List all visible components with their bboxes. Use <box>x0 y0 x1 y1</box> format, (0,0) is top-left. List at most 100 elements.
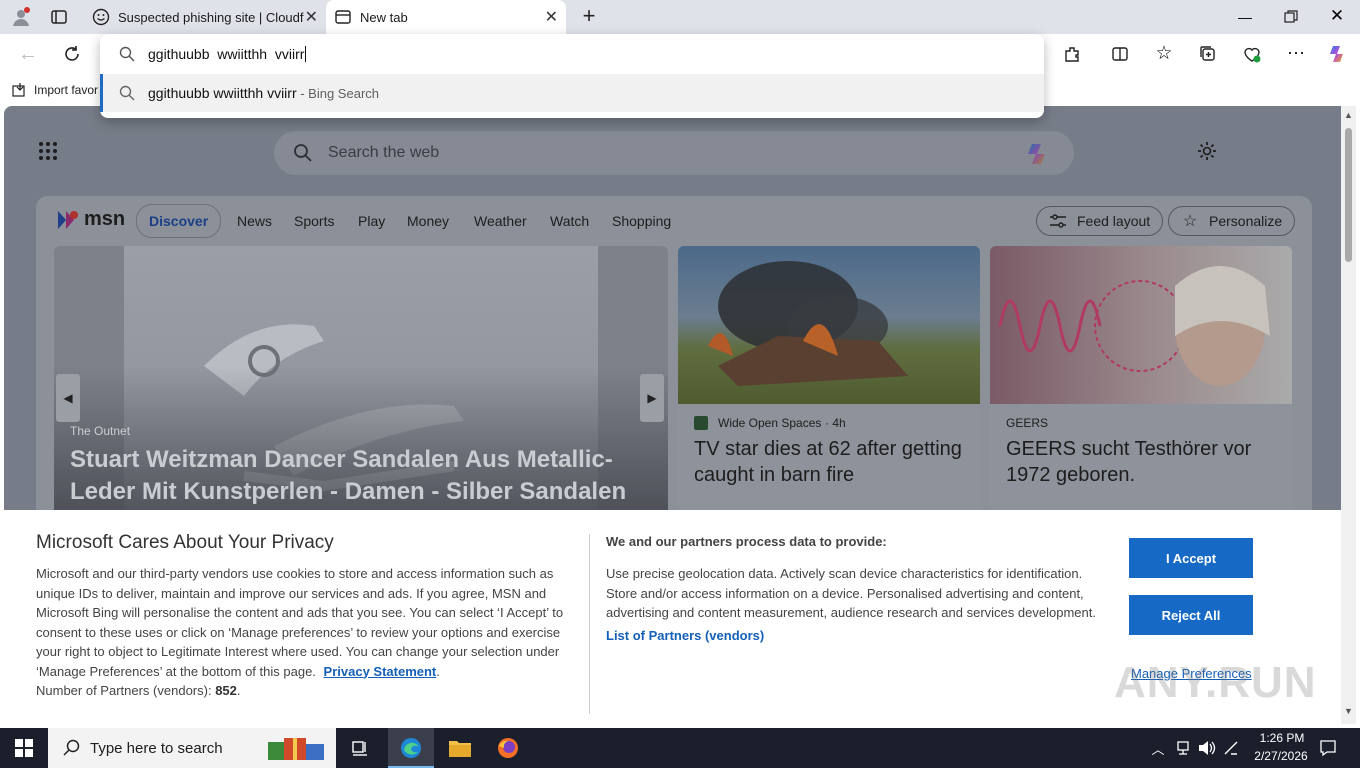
card2-age: · 4h <box>825 416 846 430</box>
tab-new-tab[interactable]: New tab ✕ <box>326 0 566 34</box>
address-bar-dropdown: ggithuubb wwiitthh vviirr ggithuubb wwii… <box>100 34 1044 118</box>
extensions-icon[interactable] <box>1062 44 1082 64</box>
privacy-consent-banner: Microsoft Cares About Your Privacy Micro… <box>4 510 1341 724</box>
reject-all-button[interactable]: Reject All <box>1129 595 1253 635</box>
nav-weather[interactable]: Weather <box>474 213 527 229</box>
hero-card[interactable]: ◀ ▶ The Outnet Stuart Weitzman Dancer Sa… <box>54 246 668 546</box>
favorites-icon[interactable]: ☆ <box>1154 43 1174 64</box>
browser-essentials-icon[interactable] <box>1242 44 1262 64</box>
search-icon <box>118 84 136 102</box>
page-scrollbar[interactable]: ▲ ▼ <box>1341 106 1356 724</box>
scroll-down-icon[interactable]: ▼ <box>1344 706 1353 716</box>
firefox-icon[interactable] <box>496 736 520 760</box>
clock-date[interactable]: 2/27/2026 <box>1248 749 1314 763</box>
newtab-icon <box>334 8 352 26</box>
sliders-icon <box>1049 213 1067 229</box>
card2-source: Wide Open Spaces <box>718 416 822 430</box>
more-menu-icon[interactable]: ··· <box>1286 42 1306 62</box>
carousel-next-icon[interactable]: ▶ <box>640 374 664 422</box>
search-suggestion[interactable]: ggithuubb wwiitthh vviirr - Bing Search <box>100 74 1044 112</box>
personalize-button[interactable]: ☆ Personalize <box>1168 206 1296 236</box>
notifications-icon[interactable] <box>1318 738 1338 758</box>
partners-list-link[interactable]: List of Partners (vendors) <box>606 628 764 643</box>
scroll-thumb[interactable] <box>1345 128 1352 262</box>
privacy-body-wrap: Microsoft and our third-party vendors us… <box>36 564 576 701</box>
banner-divider <box>589 534 590 714</box>
smiley-icon <box>92 8 110 26</box>
nav-money[interactable]: Money <box>407 213 449 229</box>
nav-sports[interactable]: Sports <box>294 213 334 229</box>
tab-label: New tab <box>360 9 408 25</box>
privacy-statement-link[interactable]: Privacy Statement <box>324 664 437 679</box>
carousel-prev-icon[interactable]: ◀ <box>56 374 80 422</box>
show-hidden-icons-icon[interactable]: ︿ <box>1150 740 1166 757</box>
scroll-up-icon[interactable]: ▲ <box>1344 110 1353 120</box>
clock-time[interactable]: 1:26 PM <box>1254 731 1310 745</box>
windows-start-icon[interactable] <box>14 738 34 758</box>
geers-image <box>990 246 1292 404</box>
split-screen-icon[interactable] <box>1110 44 1130 64</box>
nav-play[interactable]: Play <box>358 213 385 229</box>
tab-phishing[interactable]: Suspected phishing site | Cloudfla ✕ <box>84 0 326 34</box>
privacy-body: Microsoft and our third-party vendors us… <box>36 566 564 679</box>
copilot-search-icon[interactable] <box>1024 140 1052 168</box>
nav-watch[interactable]: Watch <box>550 213 589 229</box>
import-favorites-icon <box>12 82 28 98</box>
text-caret <box>305 46 307 62</box>
msn-logo-icon <box>56 208 80 232</box>
nav-shopping[interactable]: Shopping <box>612 213 671 229</box>
card3-source: GEERS <box>1006 416 1049 430</box>
back-icon[interactable]: ← <box>18 43 38 65</box>
tab-actions-icon[interactable] <box>50 8 68 26</box>
search-highlight-gift-icon <box>264 734 330 762</box>
partners-count: 852 <box>215 683 237 698</box>
task-view-icon[interactable] <box>350 738 370 758</box>
news-card-barn-fire[interactable]: Wide Open Spaces · 4h TV star dies at 62… <box>678 246 980 546</box>
network-icon[interactable] <box>1174 739 1192 757</box>
sparkle-icon: ☆ <box>1182 213 1198 230</box>
collections-icon[interactable] <box>1198 44 1218 64</box>
personalize-label: Personalize <box>1209 213 1283 229</box>
card3-title[interactable]: GEERS sucht Testhörer vor 1972 geboren. <box>1006 436 1278 488</box>
taskbar-search-placeholder: Type here to search <box>90 739 223 757</box>
apps-grid-icon[interactable] <box>38 141 58 161</box>
nav-discover[interactable]: Discover <box>136 204 222 238</box>
web-search-placeholder: Search the web <box>328 144 440 161</box>
close-tab-icon[interactable]: ✕ <box>545 7 558 27</box>
hero-source: The Outnet <box>70 424 131 438</box>
profile-icon[interactable] <box>10 6 32 28</box>
card2-title[interactable]: TV star dies at 62 after getting caught … <box>694 436 966 488</box>
nav-news[interactable]: News <box>237 213 272 229</box>
volume-icon[interactable] <box>1198 739 1216 757</box>
search-icon <box>62 738 82 758</box>
close-tab-icon[interactable]: ✕ <box>305 7 318 27</box>
new-tab-plus-icon[interactable]: + <box>578 3 600 28</box>
feed-layout-button[interactable]: Feed layout <box>1036 206 1164 236</box>
taskbar-search-box[interactable]: Type here to search <box>48 728 336 768</box>
close-window-icon[interactable]: ✕ <box>1328 6 1346 26</box>
privacy-heading: Microsoft Cares About Your Privacy <box>36 532 334 553</box>
partners-label: Number of Partners (vendors): <box>36 683 216 698</box>
settings-gear-icon[interactable] <box>1196 140 1218 162</box>
language-input-icon[interactable] <box>1222 739 1240 757</box>
edge-icon <box>399 736 423 760</box>
anyrun-watermark: ANY.RUN <box>1114 658 1317 707</box>
wide-open-spaces-logo-icon <box>694 416 708 430</box>
web-search-box[interactable]: Search the web <box>274 131 1074 175</box>
refresh-icon[interactable] <box>62 44 82 64</box>
taskbar-edge[interactable] <box>388 728 434 768</box>
import-favorites-link[interactable]: Import favor <box>34 83 98 97</box>
address-bar[interactable]: ggithuubb wwiitthh vviirr <box>100 34 1044 74</box>
minimize-icon[interactable]: — <box>1236 8 1254 26</box>
ad-card-geers[interactable]: GEERS GEERS sucht Testhörer vor 1972 geb… <box>990 246 1292 546</box>
copilot-icon[interactable] <box>1326 42 1350 66</box>
file-explorer-icon[interactable] <box>448 736 472 760</box>
period: . <box>236 683 241 698</box>
accept-button[interactable]: I Accept <box>1129 538 1253 578</box>
feed-layout-label: Feed layout <box>1077 213 1151 229</box>
suggestion-text: ggithuubb wwiitthh vviirr <box>148 85 297 101</box>
address-bar-value: ggithuubb wwiitthh vviirr <box>148 46 305 62</box>
period: . <box>436 663 440 679</box>
windows-taskbar: Type here to search ︿ 1:26 PM 2/27/2026 <box>0 728 1360 768</box>
restore-icon[interactable] <box>1282 8 1300 26</box>
